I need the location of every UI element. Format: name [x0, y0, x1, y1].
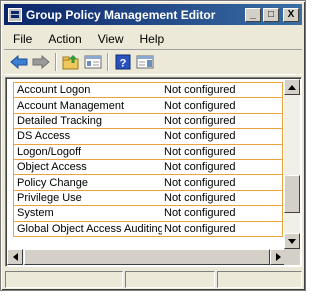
policy-setting: Not configured [164, 176, 236, 189]
list-item[interactable]: Object Access Not configured [13, 158, 283, 176]
minimize-button[interactable]: _ [245, 7, 261, 22]
list-item[interactable]: DS Access Not configured [13, 128, 283, 145]
menu-view[interactable]: View [90, 30, 132, 48]
toolbar-separator [107, 53, 109, 71]
policy-setting: Not configured [164, 84, 236, 97]
horizontal-scroll-thumb[interactable] [24, 249, 270, 265]
help-icon[interactable]: ? [112, 52, 134, 72]
policy-name: Account Management [17, 99, 125, 112]
toolbar-separator [55, 53, 57, 71]
menu-help[interactable]: Help [132, 30, 173, 48]
policy-name: Account Logon [17, 84, 91, 97]
menu-bar: File Action View Help [5, 30, 172, 48]
policy-list: Account Logon Not configured Account Mana… [13, 82, 283, 237]
policy-name: Policy Change [17, 176, 88, 189]
policy-setting: Not configured [164, 207, 236, 220]
vertical-scrollbar[interactable] [284, 79, 300, 249]
policy-setting: Not configured [164, 130, 236, 143]
status-pane [5, 271, 123, 288]
forward-arrow-icon[interactable] [30, 52, 52, 72]
status-pane [217, 271, 302, 288]
back-arrow-icon[interactable] [8, 52, 30, 72]
status-pane [125, 271, 215, 288]
policy-setting: Not configured [164, 114, 236, 127]
policy-name: Privilege Use [17, 191, 82, 204]
list-item[interactable]: Logon/Logoff Not configured [13, 143, 283, 160]
horizontal-scrollbar[interactable] [7, 249, 286, 265]
app-icon [8, 7, 22, 22]
policy-setting: Not configured [164, 222, 236, 235]
status-bar [5, 271, 302, 288]
show-hide-tree-icon[interactable] [82, 52, 104, 72]
maximize-button[interactable]: □ [263, 7, 279, 22]
up-folder-icon[interactable] [60, 52, 82, 72]
policy-name: System [17, 207, 54, 220]
policy-setting: Not configured [164, 99, 236, 112]
scroll-left-icon[interactable] [7, 249, 23, 265]
list-item[interactable]: Account Logon Not configured [13, 82, 283, 99]
properties-pane-icon[interactable] [134, 52, 156, 72]
policy-setting: Not configured [164, 145, 236, 158]
policy-list-pane[interactable]: Account Logon Not configured Account Mana… [5, 77, 302, 267]
scroll-down-icon[interactable] [284, 233, 300, 249]
menu-file[interactable]: File [5, 30, 40, 48]
policy-name: Object Access [17, 161, 87, 174]
close-button[interactable]: X [283, 7, 299, 22]
svg-text:?: ? [120, 58, 127, 70]
app-window: Group Policy Management Editor _ □ X Fil… [0, 0, 306, 291]
scroll-up-icon[interactable] [284, 79, 300, 95]
policy-setting: Not configured [164, 191, 236, 204]
list-item[interactable]: Account Management Not configured [13, 97, 283, 114]
list-item[interactable]: Policy Change Not configured [13, 174, 283, 191]
menu-action[interactable]: Action [40, 30, 89, 48]
title-bar[interactable]: Group Policy Management Editor _ □ X [4, 4, 302, 25]
policy-name: DS Access [17, 130, 71, 143]
window-title: Group Policy Management Editor [26, 7, 216, 22]
policy-name: Detailed Tracking [17, 114, 102, 127]
list-item[interactable]: System Not configured [13, 205, 283, 222]
list-item[interactable]: Detailed Tracking Not configured [13, 112, 283, 130]
toolbar: ? [4, 49, 302, 75]
list-item[interactable]: Global Object Access Auditing Not configu… [13, 220, 283, 237]
list-item[interactable]: Privilege Use Not configured [13, 189, 283, 207]
policy-name: Logon/Logoff [17, 145, 82, 158]
vertical-scroll-thumb[interactable] [284, 175, 300, 213]
policy-name: Global Object Access Auditing [17, 222, 162, 235]
scrollbar-corner [284, 249, 300, 265]
policy-setting: Not configured [164, 161, 236, 174]
